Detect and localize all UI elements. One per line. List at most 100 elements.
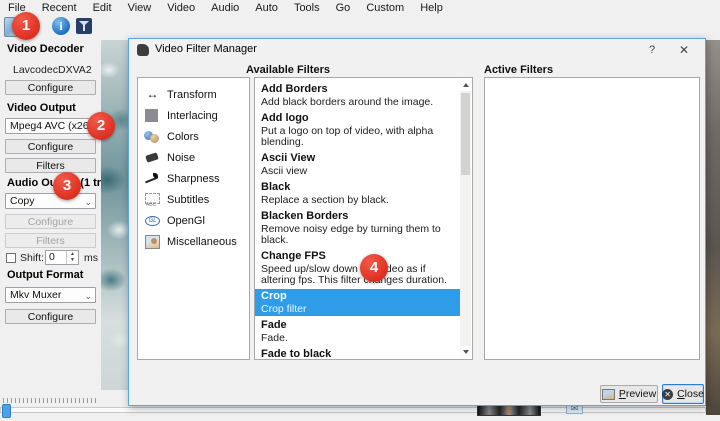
close-button[interactable]: ✕ Close — [662, 384, 704, 404]
filter-fade-to-black[interactable]: Fade to black Fade to black in/out. — [255, 347, 460, 360]
filter-blacken-borders[interactable]: Blacken Borders Remove noisy edge by tur… — [255, 209, 460, 247]
dialog-help-button[interactable]: ? — [641, 41, 663, 59]
menu-video[interactable]: Video — [159, 1, 203, 15]
filter-add-borders[interactable]: Add Borders Add black borders around the… — [255, 82, 460, 109]
menu-go[interactable]: Go — [328, 1, 359, 15]
video-codec-select[interactable]: Mpeg4 AVC (x264) ⌄ — [5, 118, 96, 134]
decoder-configure-button[interactable]: Configure — [5, 80, 96, 95]
filter-name: Add logo — [261, 112, 309, 124]
shift-label: Shift: — [20, 252, 44, 264]
video-codec-value: Mpeg4 AVC (x264) — [10, 120, 96, 132]
sidebar: Video Decoder Lavcodec DXVA2 Configure V… — [0, 40, 137, 421]
annotation-badge-3: 3 — [53, 172, 81, 200]
category-subtitles[interactable]: Subtitles — [140, 189, 247, 210]
menu-tools[interactable]: Tools — [286, 1, 328, 15]
preview-button-label: Preview — [618, 388, 657, 400]
dialog-app-icon — [137, 44, 149, 56]
transform-icon: ↔ — [146, 87, 159, 101]
menu-audio[interactable]: Audio — [203, 1, 247, 15]
video-preview-right-edge — [706, 40, 720, 415]
menu-recent[interactable]: Recent — [34, 1, 85, 15]
filter-name: Change FPS — [261, 250, 326, 262]
menu-auto[interactable]: Auto — [247, 1, 286, 15]
active-filters-list[interactable] — [484, 77, 700, 360]
scrollbar-thumb[interactable] — [461, 93, 470, 175]
decoder-name: Lavcodec — [13, 64, 58, 76]
filter-description: Put a logo on top of video, with alpha b… — [261, 125, 434, 148]
menu-custom[interactable]: Custom — [358, 1, 412, 15]
category-interlacing[interactable]: Interlacing — [140, 105, 247, 126]
video-filter-icon[interactable] — [76, 18, 92, 34]
filter-description: Remove noisy edge by turning them to bla… — [261, 223, 441, 246]
output-format-title: Output Format — [7, 269, 84, 281]
category-colors[interactable]: Colors — [140, 126, 247, 147]
decoder-hw: DXVA2 — [58, 64, 92, 76]
filters-scrollbar[interactable] — [460, 79, 471, 358]
video-filters-button[interactable]: Filters — [5, 158, 96, 173]
dialog-title: Video Filter Manager — [155, 43, 257, 55]
scroll-down-icon[interactable] — [460, 346, 471, 358]
filter-add-logo[interactable]: Add logo Put a logo on top of video, wit… — [255, 111, 460, 149]
shift-value: 0 — [49, 251, 55, 263]
shift-checkbox[interactable] — [6, 253, 16, 263]
video-output-title: Video Output — [7, 102, 76, 114]
dialog-close-icon[interactable]: ✕ — [673, 41, 695, 59]
filter-change-fps[interactable]: Change FPS Speed up/slow down the video … — [255, 249, 460, 287]
muxer-select[interactable]: Mkv Muxer ⌄ — [5, 287, 96, 303]
jog-marker — [508, 405, 510, 414]
filter-description: Replace a section by black. — [261, 194, 389, 206]
category-sharpness[interactable]: Sharpness — [140, 168, 247, 189]
shift-value-spinner[interactable]: 0 ▲ ▼ — [45, 250, 79, 265]
filter-fade[interactable]: Fade Fade. — [255, 318, 460, 345]
video-configure-button[interactable]: Configure — [5, 139, 96, 154]
category-opengl[interactable]: OpenGl — [140, 210, 247, 231]
preview-image-icon — [601, 388, 615, 400]
spinner-arrows-icon[interactable]: ▲ ▼ — [66, 251, 78, 264]
audio-filters-button[interactable]: Filters — [5, 233, 96, 248]
filter-description: Ascii view — [261, 165, 308, 177]
shift-unit-label: ms — [84, 252, 98, 264]
chevron-down-icon: ⌄ — [84, 291, 92, 301]
noise-icon — [144, 150, 161, 165]
menu-help[interactable]: Help — [412, 1, 451, 15]
annotation-badge-2: 2 — [87, 112, 115, 140]
chevron-down-icon: ⌄ — [84, 197, 92, 207]
category-miscellaneous[interactable]: Miscellaneous — [140, 231, 247, 252]
audio-configure-button[interactable]: Configure — [5, 214, 96, 229]
category-noise[interactable]: Noise — [140, 147, 247, 168]
colors-icon — [144, 129, 161, 144]
timeline-ticks — [3, 398, 98, 403]
category-transform[interactable]: ↔ Transform — [140, 84, 247, 105]
filter-crop-selected[interactable]: Crop Crop filter — [255, 289, 460, 316]
miscellaneous-icon — [144, 234, 161, 249]
scroll-up-icon[interactable] — [460, 79, 471, 91]
audio-codec-select[interactable]: Copy ⌄ — [5, 193, 96, 209]
preview-button[interactable]: Preview — [600, 385, 658, 403]
available-filters-header: Available Filters — [246, 64, 330, 76]
sharpness-icon — [144, 171, 161, 186]
category-label: Interlacing — [167, 109, 218, 122]
audio-codec-value: Copy — [10, 195, 35, 207]
seek-slider-track[interactable] — [0, 407, 706, 413]
category-label: Sharpness — [167, 172, 220, 185]
menu-edit[interactable]: Edit — [85, 1, 120, 15]
menu-bar: File Recent Edit View Video Audio Auto T… — [0, 0, 720, 15]
information-icon[interactable]: i — [52, 17, 70, 35]
filter-name: Black — [261, 181, 291, 193]
active-filters-header: Active Filters — [484, 64, 554, 76]
opengl-icon — [144, 213, 161, 228]
dialog-title-bar[interactable]: Video Filter Manager ? ✕ — [129, 39, 705, 61]
muxer-value: Mkv Muxer — [10, 289, 62, 301]
annotation-badge-4: 4 — [360, 254, 388, 282]
muxer-configure-button[interactable]: Configure — [5, 309, 96, 324]
category-label: OpenGl — [167, 214, 205, 227]
seek-slider-handle[interactable] — [2, 404, 11, 418]
menu-view[interactable]: View — [120, 1, 160, 15]
filter-category-list: ↔ Transform Interlacing Colors Noise Sha… — [137, 77, 250, 360]
category-label: Subtitles — [167, 193, 210, 206]
filter-name: Crop — [261, 290, 287, 302]
filter-ascii-view[interactable]: Ascii View Ascii view — [255, 151, 460, 178]
filter-black[interactable]: Black Replace a section by black. — [255, 180, 460, 207]
interlacing-icon — [144, 108, 161, 123]
avidemux-window: File Recent Edit View Video Audio Auto T… — [0, 0, 720, 421]
